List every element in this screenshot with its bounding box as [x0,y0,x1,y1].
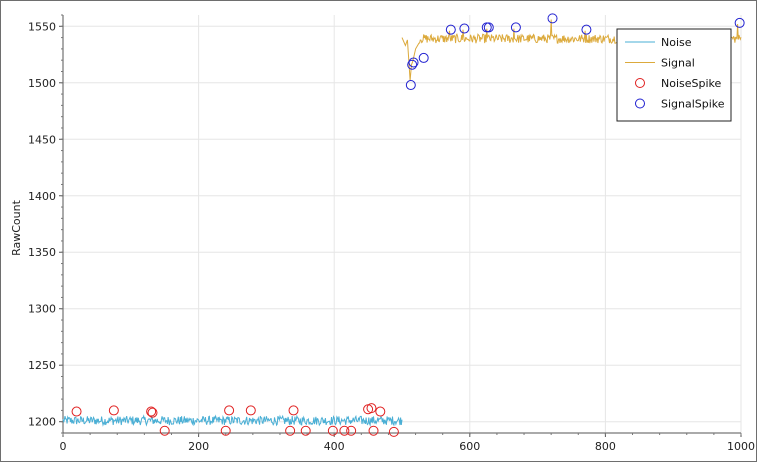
legend: Noise Signal NoiseSpike SignalSpike [616,28,732,122]
legend-label-noise: Noise [661,36,692,49]
marker-noisespike [224,405,235,416]
y-axis-title: RawCount [10,199,23,255]
legend-label-noisespike: NoiseSpike [661,77,722,90]
y-tick-label: 1400 [28,190,56,203]
marker-signalspike [510,22,521,33]
y-tick-label: 1250 [28,359,56,372]
marker-noisespike [368,425,379,436]
y-tick-label: 1550 [28,20,56,33]
y-tick-label: 1500 [28,77,56,90]
marker-signalspike [418,52,429,63]
y-tick-label: 1300 [28,303,56,316]
marker-signalspike [547,13,558,24]
marker-noisespike [388,426,399,437]
marker-noisespike [346,425,357,436]
legend-label-signalspike: SignalSpike [661,98,725,111]
marker-signalspike [405,80,416,91]
chart-canvas: 0 200 400 600 800 1000 1200 1250 1300 1350 1400 14… [10,13,755,453]
x-tick-label: 400 [324,440,345,453]
x-axis-ticks: 0 200 400 600 800 1000 [60,433,755,453]
chart-frame: 0 200 400 600 800 1000 1200 1250 1300 1350 1400 14… [0,0,757,462]
marker-noisespike [288,405,299,416]
marker-noisespike [285,425,296,436]
marker-noisespike [375,406,386,417]
marker-noisespike [108,405,119,416]
x-tick-label: 0 [60,440,67,453]
x-tick-label: 600 [459,440,480,453]
marker-noisespike [71,406,82,417]
marker-noisespike [327,425,338,436]
marker-noisespike [159,425,170,436]
y-tick-label: 1350 [28,246,56,259]
x-tick-label: 1000 [727,440,755,453]
series-line-noise [62,414,403,427]
y-tick-label: 1450 [28,133,56,146]
marker-noisespike [245,405,256,416]
marker-noisespike [366,403,377,414]
marker-signalspike [459,23,470,34]
marker-noisespike [300,425,311,436]
legend-label-signal: Signal [661,57,695,70]
x-tick-label: 200 [188,440,209,453]
y-tick-label: 1200 [28,416,56,429]
y-axis-ticks: 1200 1250 1300 1350 1400 1450 1500 1550 [28,14,63,434]
x-tick-label: 800 [595,440,616,453]
marker-signalspike [483,22,494,33]
